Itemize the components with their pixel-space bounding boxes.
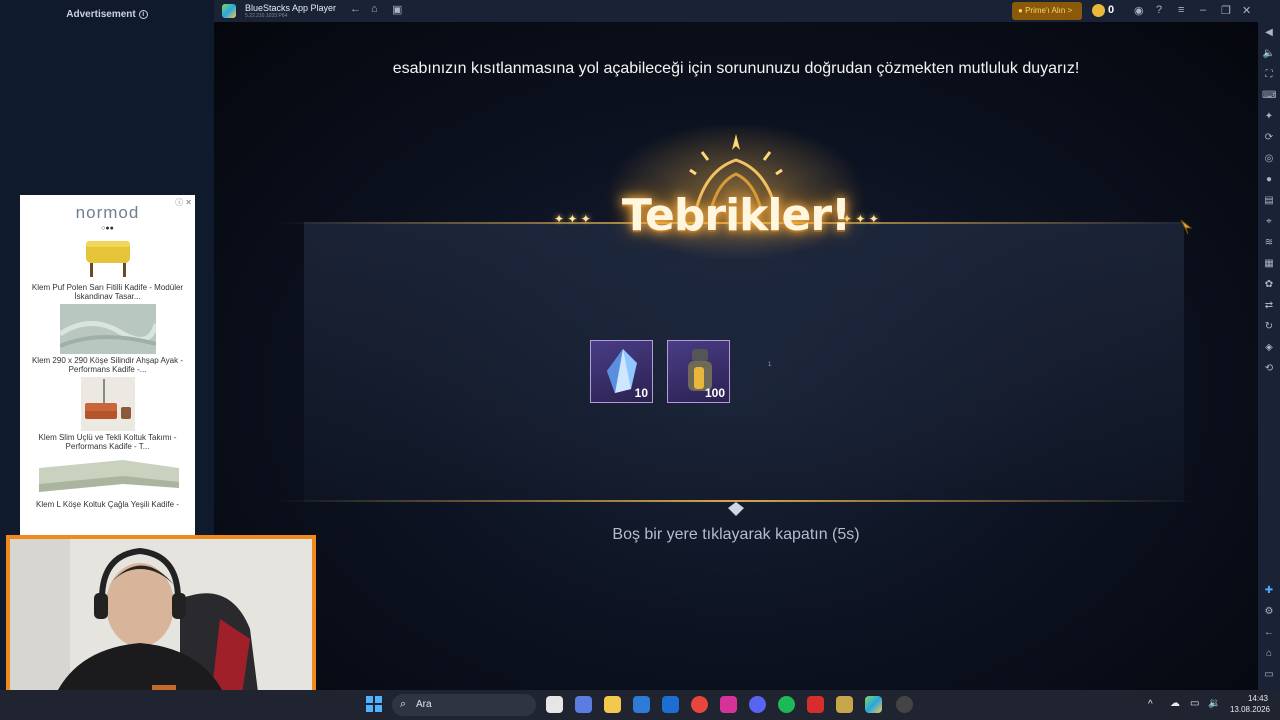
window-title: BlueStacks App Player [245, 3, 337, 13]
settings-icon[interactable]: ⚙ [1262, 605, 1276, 619]
windows-taskbar: ⌕ Ara ^ ☁ ▭ 🔉 14:43 13.08.2026 [0, 690, 1280, 720]
mail-icon[interactable] [662, 696, 679, 713]
reward-panel [304, 222, 1184, 502]
bluestacks-taskbar-icon[interactable] [865, 696, 882, 713]
close-hint: Boş bir yere tıklayarak kapatın (5s) [612, 526, 860, 543]
back-icon[interactable]: ← [350, 3, 361, 15]
refresh-icon[interactable]: ⟲ [1262, 362, 1276, 376]
help-icon[interactable]: ? [1156, 4, 1162, 16]
eco-icon[interactable]: ✿ [1262, 278, 1276, 292]
gamepad-icon[interactable]: ✦ [1262, 110, 1276, 124]
recent-apps-icon[interactable]: ▭ [1262, 668, 1276, 682]
ad-carousel-dots[interactable]: ○●● [20, 225, 195, 232]
back-sidebar-icon[interactable]: ◀ [1262, 26, 1276, 40]
performance-icon[interactable]: ▤ [1262, 194, 1276, 208]
ad-brand-logo: normod [75, 203, 140, 222]
close-icon[interactable]: ✕ [1242, 4, 1251, 17]
network-icon[interactable]: ▭ [1190, 698, 1199, 709]
media-icon[interactable]: ▦ [1262, 257, 1276, 271]
rotate-icon[interactable]: ↻ [1262, 320, 1276, 334]
ad-product[interactable]: Klem Puf Polen Sarı Fitilli Kadife - Mod… [20, 235, 195, 301]
chrome-icon[interactable] [691, 696, 708, 713]
record-icon[interactable]: ● [1262, 173, 1276, 187]
search-placeholder: Ara [416, 699, 432, 710]
location-icon[interactable]: ⌖ [1262, 215, 1276, 229]
copilot-icon[interactable] [575, 696, 592, 713]
info-icon[interactable]: i [138, 10, 148, 19]
reward-count: 10 [634, 386, 648, 400]
add-icon[interactable]: ✚ [1262, 584, 1276, 598]
shake-icon[interactable]: ≋ [1262, 236, 1276, 250]
screenshot-icon[interactable]: ◎ [1262, 152, 1276, 166]
ad-product-title: Klem Puf Polen Sarı Fitilli Kadife - Mod… [31, 283, 184, 301]
onedrive-icon[interactable]: ☁ [1170, 698, 1180, 709]
speaker-icon[interactable]: 🔉 [1208, 698, 1220, 709]
webcam-overlay [6, 535, 316, 712]
ad-product[interactable]: Klem Slim Uçlü ve Tekli Koltuk Takımı - … [20, 377, 195, 451]
multi-instance-icon[interactable]: ▣ [392, 3, 402, 16]
task-view-icon[interactable] [546, 696, 563, 713]
divider-gem-icon [728, 502, 744, 516]
keyboard-icon[interactable]: ⌨ [1262, 89, 1276, 103]
clock-time[interactable]: 14:43 [1228, 694, 1268, 703]
windows-start-icon[interactable] [366, 696, 382, 712]
layers-icon[interactable]: ◈ [1262, 341, 1276, 355]
game-launcher-icon[interactable] [836, 696, 853, 713]
armchair-image [80, 377, 135, 431]
crown-icon: ● [1018, 6, 1023, 15]
fullscreen-icon[interactable]: ⛶ [1262, 68, 1276, 82]
macro-icon[interactable]: ⟳ [1262, 131, 1276, 145]
restore-icon[interactable]: ❐ [1221, 4, 1231, 17]
account-icon[interactable]: ◉ [1134, 4, 1144, 17]
clock-date[interactable]: 13.08.2026 [1226, 705, 1270, 714]
tiny-marker: 1 [768, 362, 772, 368]
sync-icon[interactable]: ⇄ [1262, 299, 1276, 313]
reward-item-potion[interactable]: 100 [667, 340, 730, 403]
prime-label: Prime'ı Alın > [1025, 6, 1073, 15]
ad-product[interactable]: Klem 290 x 290 Köşe Silindir Ahşap Ayak … [20, 304, 195, 374]
ad-product[interactable]: Klem L Köşe Koltuk Çağla Yeşili Kadife - [20, 454, 195, 509]
arrow-back-icon[interactable]: ← [1262, 626, 1276, 640]
search-icon: ⌕ [400, 698, 407, 710]
coin-count: 0 [1108, 4, 1115, 16]
corner-sofa-image [38, 460, 179, 492]
home-sidebar-icon[interactable]: ⌂ [1262, 647, 1276, 661]
home-icon[interactable]: ⌂ [371, 3, 378, 15]
advertisement-label: Advertisement i [0, 9, 214, 20]
scrolling-banner-text: esabınızın kısıtlanmasına yol açabileceğ… [392, 60, 1080, 77]
ad-product-title: Klem Slim Uçlü ve Tekli Koltuk Takımı - … [38, 433, 177, 451]
prime-button[interactable]: ● Prime'ı Alın > [1012, 2, 1082, 20]
bluestacks-titlebar: BlueStacks App Player 5.22.210.1033 P64 … [214, 0, 1280, 22]
obs-icon[interactable] [896, 696, 913, 713]
window-version: 5.22.210.1033 P64 [245, 13, 288, 19]
tray-chevron-icon[interactable]: ^ [1148, 699, 1153, 710]
discord-icon[interactable] [749, 696, 766, 713]
menu-icon[interactable]: ≡ [1178, 4, 1184, 16]
ad-product-title: Klem 290 x 290 Köşe Silindir Ahşap Ayak … [31, 356, 184, 374]
ad-close-icon[interactable]: ⓘ ✕ [175, 197, 192, 208]
mouse-cursor-icon [1180, 219, 1192, 235]
app-red-icon[interactable] [807, 696, 824, 713]
taskbar-search[interactable]: ⌕ Ara [392, 694, 536, 716]
ottoman-image [85, 241, 130, 277]
streamer-webcam-image [10, 539, 312, 708]
reward-item-crystal[interactable]: 10 [590, 340, 653, 403]
game-screen[interactable]: esabınızın kısıtlanmasına yol açabileceğ… [214, 22, 1258, 690]
ad-product-title: Klem L Köşe Koltuk Çağla Yeşili Kadife - [36, 500, 179, 509]
congrats-title: Tebrikler! [621, 190, 851, 241]
bluestacks-sidebar: ◀ 🔈 ⛶ ⌨ ✦ ⟳ ◎ ● ▤ ⌖ ≋ ▦ ✿ ⇄ ↻ ◈ ⟲ ✚ ⚙ ← … [1258, 22, 1280, 690]
fabric-image [59, 304, 156, 354]
coin-icon [1092, 4, 1105, 17]
ad-card[interactable]: ⓘ ✕ normod ○●● Klem Puf Polen Sarı Fitil… [20, 195, 195, 540]
instagram-icon[interactable] [720, 696, 737, 713]
spotify-icon[interactable] [778, 696, 795, 713]
reward-count: 100 [704, 386, 725, 400]
minimize-icon[interactable]: – [1200, 4, 1206, 16]
file-explorer-icon[interactable] [604, 696, 621, 713]
bluestacks-logo-icon [222, 4, 236, 18]
volume-icon[interactable]: 🔈 [1262, 47, 1276, 61]
store-icon[interactable] [633, 696, 650, 713]
